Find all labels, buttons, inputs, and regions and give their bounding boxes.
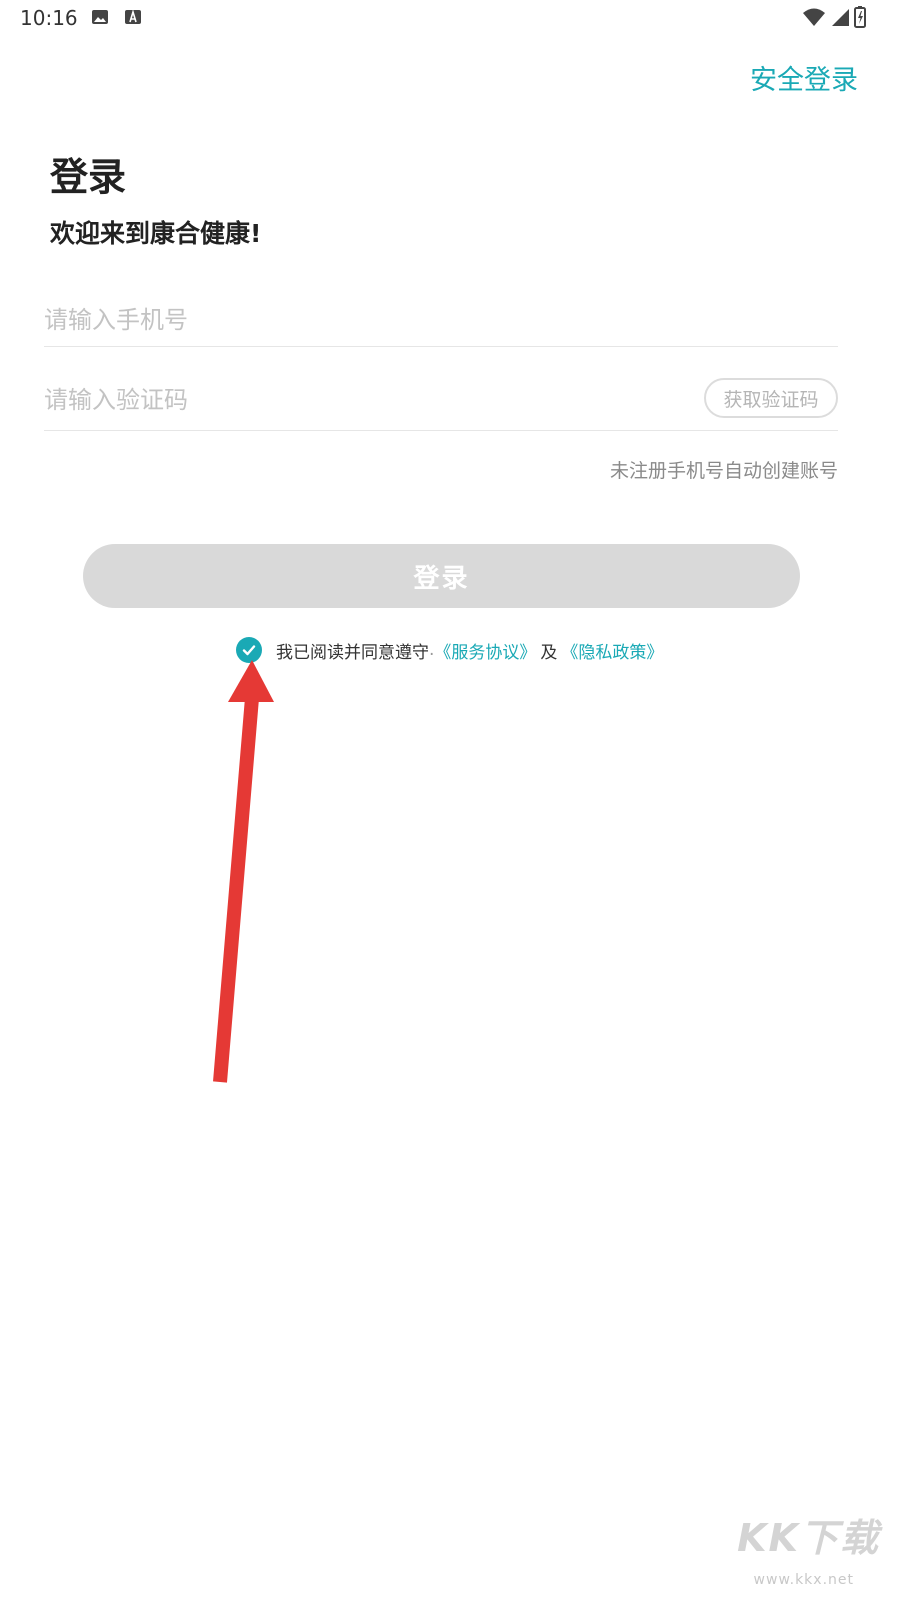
watermark-logo: KK下载 (737, 1516, 880, 1560)
annotation-arrow (213, 660, 274, 1083)
watermark-url: www.kkx.net (753, 1572, 854, 1588)
